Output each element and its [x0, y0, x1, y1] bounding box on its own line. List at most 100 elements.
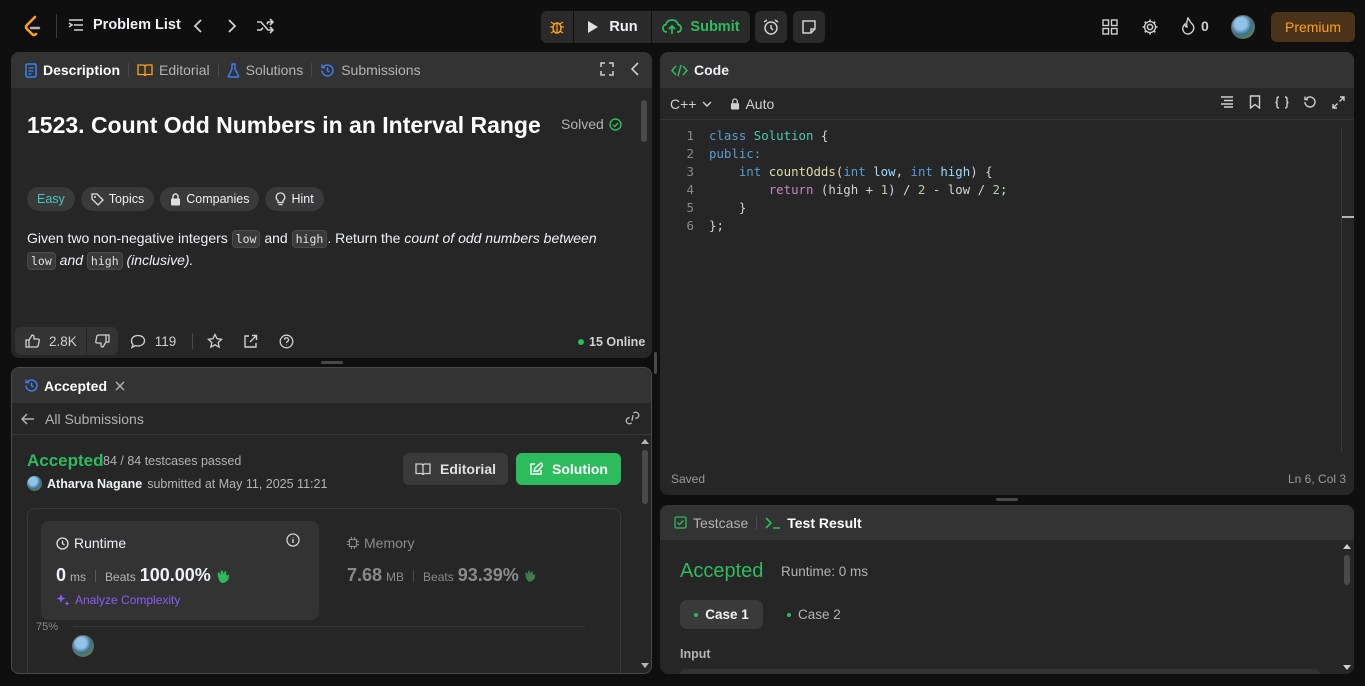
expand-icon[interactable]	[1332, 96, 1345, 109]
resize-handle[interactable]	[996, 498, 1018, 501]
dislike-button[interactable]	[86, 327, 118, 355]
lock-icon	[730, 97, 740, 110]
tab-accepted-label: Accepted	[44, 377, 108, 394]
result-scrollbar[interactable]	[1344, 555, 1350, 585]
hint-chip[interactable]: Hint	[265, 187, 324, 211]
line-number: 2	[686, 146, 694, 161]
code-line[interactable]: 1 class Solution {	[674, 127, 1007, 145]
tab-description[interactable]: Description	[25, 62, 120, 78]
code-token: countOdds	[768, 164, 836, 179]
submission-panel: Accepted All Submissions Accepted 84 / 8…	[11, 367, 652, 674]
companies-chip[interactable]: Companies	[160, 187, 260, 211]
code-line[interactable]: 4 return (high + 1) / 2 - low / 2;	[674, 181, 1008, 199]
line-number: 5	[686, 200, 694, 215]
braces-icon[interactable]	[1274, 96, 1290, 109]
analyze-complexity-link[interactable]: Analyze Complexity	[56, 593, 180, 607]
desc-italic: (inclusive).	[126, 252, 194, 268]
settings-gear-icon[interactable]	[1141, 18, 1159, 36]
case-1-tab[interactable]: Case 1	[680, 600, 763, 629]
format-icon[interactable]	[1220, 96, 1234, 108]
share-icon[interactable]	[243, 334, 258, 349]
runtime-stats: 0 ms Beats 100.00%	[56, 565, 231, 586]
shuffle-icon[interactable]	[255, 17, 275, 35]
notes-button[interactable]	[793, 11, 825, 43]
link-icon[interactable]	[624, 411, 641, 425]
fullscreen-icon[interactable]	[600, 62, 614, 76]
scroll-down-icon[interactable]	[1343, 665, 1351, 671]
code-line[interactable]: 3 int countOdds(int low, int high) {	[674, 163, 1007, 181]
input-label: Input	[680, 647, 711, 661]
editorial-button[interactable]: Editorial	[403, 453, 508, 485]
runtime-card[interactable]: Runtime 0 ms Beats 100.00% Analyze Compl…	[41, 521, 319, 620]
solution-button[interactable]: Solution	[516, 453, 621, 485]
submission-tab-bar: Accepted	[12, 368, 651, 403]
all-submissions-link[interactable]: All Submissions	[45, 411, 144, 427]
submission-scrollbar[interactable]	[642, 450, 648, 504]
resize-handle[interactable]	[321, 361, 343, 364]
code-token: int	[843, 164, 866, 179]
scroll-up-icon[interactable]	[1343, 543, 1351, 549]
scroll-down-icon[interactable]	[641, 663, 649, 669]
mode-label: Auto	[745, 95, 775, 112]
fire-icon	[1181, 17, 1195, 35]
next-problem-icon[interactable]	[224, 18, 240, 34]
info-icon[interactable]	[286, 533, 300, 547]
auto-mode-toggle[interactable]: Auto	[730, 96, 774, 112]
clock-icon	[56, 536, 69, 550]
memory-header[interactable]: Memory	[347, 535, 415, 551]
close-icon[interactable]	[115, 381, 125, 391]
run-button[interactable]: Run	[574, 11, 651, 43]
help-icon[interactable]	[279, 334, 294, 349]
runtime-label: Runtime	[74, 535, 127, 551]
tab-editorial[interactable]: Editorial	[137, 62, 210, 78]
like-button[interactable]: 2.8K	[15, 327, 86, 355]
prev-problem-icon[interactable]	[190, 18, 206, 34]
companies-label: Companies	[186, 192, 250, 206]
chart-user-avatar[interactable]	[72, 635, 94, 657]
topics-chip[interactable]: Topics	[80, 187, 155, 211]
tab-accepted[interactable]: Accepted	[24, 378, 107, 394]
resize-handle[interactable]	[654, 352, 657, 374]
code-editor[interactable]: 1 class Solution {2 public: 3 int countOdds…	[674, 127, 1008, 235]
reset-icon[interactable]	[1303, 95, 1317, 109]
clap-icon	[215, 569, 231, 583]
author-name[interactable]: Atharva Nagane	[47, 477, 142, 491]
submit-button[interactable]: Submit	[652, 11, 750, 43]
code-token: ,	[895, 164, 911, 179]
scroll-up-icon[interactable]	[641, 438, 649, 444]
collapse-chevron-icon[interactable]	[630, 62, 640, 76]
code-high: high	[86, 252, 123, 270]
language-select[interactable]: C++	[670, 96, 712, 112]
tab-testcase[interactable]: Testcase	[674, 515, 748, 531]
code-panel: Code C++ Auto 1 class Solution {2 public: 3…	[660, 52, 1354, 495]
code-token: 1	[880, 182, 889, 197]
streak-counter[interactable]: 0	[1181, 17, 1209, 35]
code-token: };	[709, 218, 724, 233]
desc-italic: count of odd numbers between	[404, 230, 597, 246]
bookmark-icon[interactable]	[1249, 95, 1261, 109]
case-2-tab[interactable]: Case 2	[787, 600, 841, 629]
code-line[interactable]: 6};	[674, 217, 1007, 235]
chart-gridline	[73, 626, 585, 627]
book-icon	[137, 63, 153, 77]
tab-test-result[interactable]: Test Result	[765, 515, 862, 531]
code-line[interactable]: 5 }	[674, 199, 1007, 217]
problem-list-button[interactable]: Problem List	[68, 17, 181, 33]
code-line[interactable]: 2 public:	[674, 145, 1007, 163]
tab-solutions[interactable]: Solutions	[227, 62, 303, 78]
star-icon[interactable]	[207, 333, 224, 349]
premium-button[interactable]: Premium	[1271, 12, 1355, 42]
comments-button[interactable]: 119	[130, 334, 176, 349]
layout-grid-icon[interactable]	[1101, 18, 1119, 36]
tab-submissions[interactable]: Submissions	[320, 62, 421, 78]
leetcode-logo-icon[interactable]	[22, 15, 44, 37]
author-avatar[interactable]	[27, 476, 42, 491]
line-code: public:	[709, 145, 761, 163]
line-number: 6	[686, 218, 694, 233]
description-scrollbar[interactable]	[641, 100, 647, 142]
debug-button[interactable]	[541, 11, 573, 43]
user-avatar[interactable]	[1231, 15, 1255, 39]
arrow-left-icon[interactable]	[21, 412, 35, 425]
timer-button[interactable]	[755, 11, 787, 43]
